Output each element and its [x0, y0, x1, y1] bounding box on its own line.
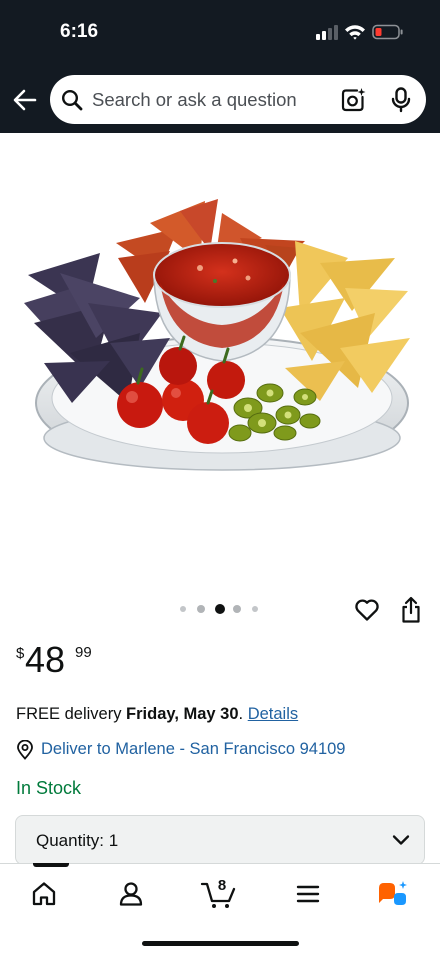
delivery-date: Friday, May 30 [126, 705, 239, 723]
rufus-ai-icon[interactable] [375, 878, 415, 910]
camera-lens-icon[interactable] [340, 87, 366, 113]
carousel-dot[interactable] [252, 606, 258, 612]
delivery-details-link[interactable]: Details [248, 705, 298, 723]
stock-status: In Stock [16, 778, 82, 798]
wifi-icon [345, 25, 365, 40]
bottom-navigation: 8 [0, 863, 440, 955]
price-currency: $ [16, 645, 25, 662]
menu-icon[interactable] [288, 878, 328, 910]
price-whole: 48 [25, 639, 66, 680]
location-pin-icon [17, 740, 33, 760]
home-indicator [142, 941, 299, 946]
status-time: 6:16 [60, 21, 99, 42]
cart-count: 8 [217, 877, 227, 894]
delivery-prefix: FREE delivery [16, 705, 127, 723]
search-icon [61, 89, 83, 111]
app-header: 6:16 [0, 0, 440, 133]
chevron-down-icon [392, 835, 410, 845]
home-icon[interactable] [24, 878, 64, 910]
back-arrow-icon[interactable] [10, 86, 40, 114]
delivery-info: FREE delivery Friday, May 30. Details [16, 705, 298, 724]
cellular-signal-icon [316, 24, 338, 40]
microphone-icon[interactable] [390, 87, 412, 113]
account-icon[interactable] [111, 878, 151, 910]
search-input[interactable] [92, 85, 328, 115]
battery-icon [372, 24, 403, 40]
carousel-dot[interactable] [197, 605, 205, 613]
search-bar[interactable] [50, 75, 426, 124]
delivery-suffix: . [238, 705, 248, 723]
share-icon[interactable] [399, 596, 423, 624]
carousel-dot-active[interactable] [215, 604, 225, 614]
carousel-dot[interactable] [233, 605, 241, 613]
heart-icon[interactable] [354, 598, 380, 622]
product-image[interactable] [0, 133, 440, 588]
carousel-dot[interactable] [180, 606, 186, 612]
deliver-to-location-link[interactable]: Deliver to Marlene - San Francisco 94109 [41, 740, 345, 759]
quantity-selector[interactable]: Quantity: 1 [15, 815, 425, 865]
quantity-label: Quantity: 1 [36, 831, 119, 850]
price-fraction: 99 [75, 644, 92, 661]
cart-button[interactable]: 8 [198, 877, 238, 910]
active-tab-indicator [33, 863, 69, 867]
